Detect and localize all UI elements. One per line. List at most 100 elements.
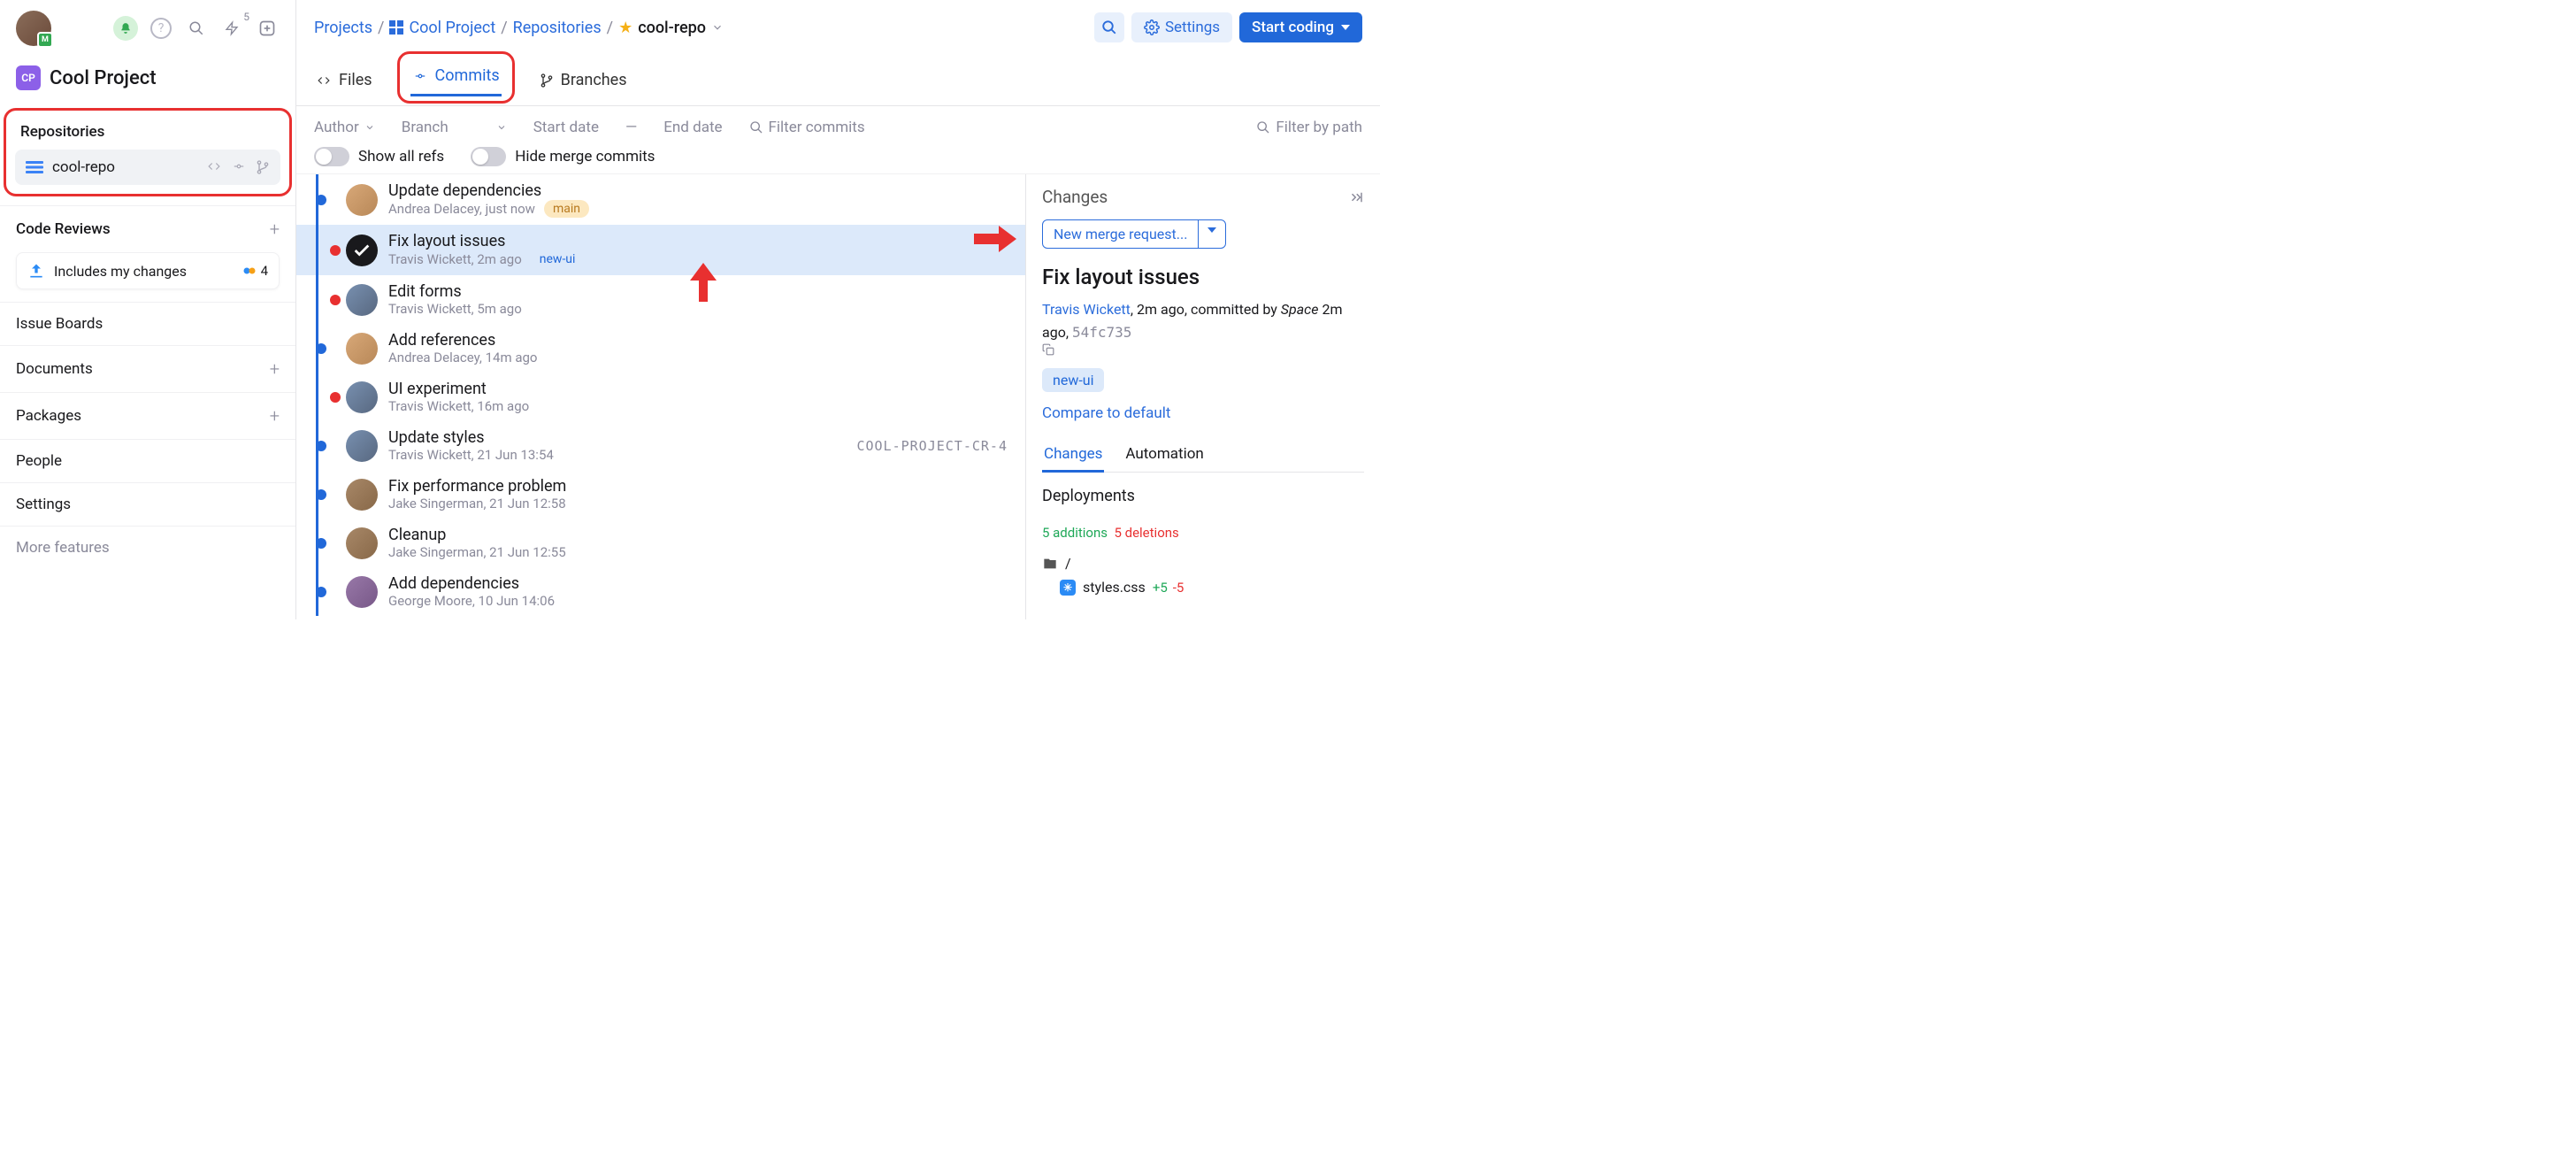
commit-meta: Andrea Delacey, 14m ago bbox=[388, 350, 1008, 365]
deletions-stat: 5 deletions bbox=[1114, 525, 1178, 541]
commit-meta: George Moore, 10 Jun 14:06 bbox=[388, 593, 1008, 609]
commit-title: Fix layout issues bbox=[388, 232, 1008, 250]
commit-detail-meta: Travis Wickett, 2m ago, committed by Spa… bbox=[1042, 298, 1364, 356]
commit-row[interactable]: Edit forms Travis Wickett, 5m ago bbox=[296, 275, 1025, 324]
settings-button[interactable]: Settings bbox=[1131, 12, 1232, 42]
commit-row[interactable]: Fix performance problem Jake Singerman, … bbox=[296, 470, 1025, 519]
commit-row[interactable]: Update styles Travis Wickett, 21 Jun 13:… bbox=[296, 421, 1025, 470]
help-icon[interactable]: ? bbox=[149, 16, 173, 41]
nav-settings[interactable]: Settings bbox=[0, 482, 295, 526]
filter-end-date[interactable]: End date bbox=[663, 119, 722, 136]
repo-item-cool-repo[interactable]: cool-repo bbox=[15, 150, 280, 185]
code-icon bbox=[316, 74, 332, 87]
add-document-icon[interactable]: + bbox=[270, 358, 280, 380]
code-icon[interactable] bbox=[206, 160, 222, 174]
branch-badge: new-ui bbox=[531, 250, 585, 268]
commit-hash: 54fc735 bbox=[1072, 324, 1131, 341]
search-icon[interactable] bbox=[184, 16, 209, 41]
nav-more-features[interactable]: More features bbox=[0, 526, 295, 569]
nav-label: Issue Boards bbox=[16, 315, 103, 333]
tab-files[interactable]: Files bbox=[314, 55, 374, 105]
filter-branch[interactable]: Branch bbox=[402, 119, 507, 136]
nav-documents[interactable]: Documents+ bbox=[0, 345, 295, 392]
add-package-icon[interactable]: + bbox=[270, 405, 280, 427]
sub-tab-changes[interactable]: Changes bbox=[1042, 438, 1104, 473]
commit-meta: Travis Wickett, 5m ago bbox=[388, 301, 1008, 317]
commit-title: Fix performance problem bbox=[388, 477, 1008, 496]
merge-btn-dropdown[interactable] bbox=[1198, 220, 1225, 248]
additions-stat: 5 additions bbox=[1042, 525, 1108, 541]
commit-row[interactable]: Cleanup Jake Singerman, 21 Jun 12:55 bbox=[296, 519, 1025, 567]
commits-list[interactable]: Update dependencies Andrea Delacey, just… bbox=[296, 174, 1026, 619]
file-tree: / ✳ styles.css +5 -5 bbox=[1042, 551, 1364, 599]
gear-icon bbox=[1144, 19, 1160, 35]
filter-commits-input[interactable]: Filter commits bbox=[749, 119, 865, 136]
coding-label: Start coding bbox=[1252, 19, 1334, 36]
commit-author-link[interactable]: Travis Wickett bbox=[1042, 301, 1131, 318]
add-icon[interactable] bbox=[255, 16, 280, 41]
filter-start-date[interactable]: Start date bbox=[533, 119, 599, 136]
code-review-label: COOL-PROJECT-CR-4 bbox=[856, 438, 1008, 454]
breadcrumb-projects[interactable]: Projects bbox=[314, 19, 372, 37]
breadcrumb-project[interactable]: Cool Project bbox=[409, 19, 495, 37]
add-code-review-icon[interactable]: + bbox=[270, 219, 280, 240]
nav-packages[interactable]: Packages+ bbox=[0, 392, 295, 439]
commit-meta: Andrea Delacey, just nowmain bbox=[388, 200, 1008, 218]
commit-meta: Travis Wickett, 21 Jun 13:54 bbox=[388, 447, 856, 463]
commit-row[interactable]: Fix layout issues Travis Wickett, 2m ago… bbox=[296, 225, 1025, 275]
commit-row[interactable]: Add references Andrea Delacey, 14m ago bbox=[296, 324, 1025, 373]
repo-tools bbox=[206, 160, 270, 174]
filter-path-input[interactable]: Filter by path bbox=[1256, 119, 1362, 136]
sub-tab-automation[interactable]: Automation bbox=[1123, 438, 1205, 472]
tab-commits[interactable]: Commits bbox=[410, 58, 502, 96]
start-coding-button[interactable]: Start coding bbox=[1239, 12, 1362, 42]
copy-hash-icon[interactable] bbox=[1042, 343, 1364, 356]
nav-people[interactable]: People bbox=[0, 439, 295, 482]
commit-icon[interactable] bbox=[231, 160, 247, 174]
tab-label: Files bbox=[339, 71, 372, 89]
commit-row[interactable]: Update dependencies Andrea Delacey, just… bbox=[296, 174, 1025, 225]
deployments-label: Deployments bbox=[1042, 487, 1364, 505]
notifications-icon[interactable] bbox=[113, 16, 138, 41]
commit-row[interactable]: UI experiment Travis Wickett, 16m ago bbox=[296, 373, 1025, 421]
repositories-section: Repositories cool-repo bbox=[4, 108, 292, 196]
commit-title: Add dependencies bbox=[388, 574, 1008, 593]
thunder-icon[interactable]: 5 bbox=[219, 16, 244, 41]
sidebar: M ? 5 CP Cool Project Repositories bbox=[0, 0, 296, 619]
review-item-my-changes[interactable]: Includes my changes 4 bbox=[16, 252, 280, 289]
details-panel-title: Changes bbox=[1042, 187, 1108, 207]
main-area: Projects / Cool Project / Repositories /… bbox=[296, 0, 1380, 619]
user-avatar[interactable]: M bbox=[16, 11, 51, 46]
commit-title: Update dependencies bbox=[388, 181, 1008, 200]
chevron-down-icon[interactable] bbox=[711, 21, 724, 34]
code-reviews-header[interactable]: Code Reviews + bbox=[0, 206, 295, 252]
commit-meta: Jake Singerman, 21 Jun 12:58 bbox=[388, 496, 1008, 511]
repo-tabs: Files Commits Branches bbox=[296, 55, 1380, 106]
star-icon[interactable]: ★ bbox=[618, 19, 632, 37]
branch-icon[interactable] bbox=[256, 160, 270, 174]
file-row-styles[interactable]: ✳ styles.css +5 -5 bbox=[1042, 575, 1364, 599]
toggle-show-all-refs[interactable]: Show all refs bbox=[314, 147, 444, 166]
new-merge-request-button[interactable]: New merge request... bbox=[1042, 219, 1226, 249]
commit-row[interactable]: Add dependencies George Moore, 10 Jun 14… bbox=[296, 567, 1025, 616]
collapse-panel-icon[interactable] bbox=[1348, 189, 1364, 205]
top-search-button[interactable] bbox=[1094, 12, 1124, 42]
nav-issue-boards[interactable]: Issue Boards bbox=[0, 302, 295, 345]
repositories-header[interactable]: Repositories bbox=[15, 116, 280, 150]
tab-label: Commits bbox=[435, 66, 500, 85]
folder-root[interactable]: / bbox=[1042, 551, 1364, 575]
toggle-hide-merge[interactable]: Hide merge commits bbox=[471, 147, 655, 166]
code-reviews-label: Code Reviews bbox=[16, 220, 111, 238]
commit-details-panel: Changes New merge request... Fix layout … bbox=[1026, 174, 1380, 619]
upload-icon bbox=[27, 262, 45, 280]
commit-title: Add references bbox=[388, 331, 1008, 350]
project-title[interactable]: CP Cool Project bbox=[0, 57, 295, 106]
commit-title: UI experiment bbox=[388, 380, 1008, 398]
branch-badge[interactable]: new-ui bbox=[1042, 368, 1104, 392]
sidebar-header: M ? 5 bbox=[0, 0, 295, 57]
tab-branches[interactable]: Branches bbox=[538, 55, 629, 105]
filter-author[interactable]: Author bbox=[314, 119, 375, 136]
compare-to-default-link[interactable]: Compare to default bbox=[1042, 404, 1364, 422]
breadcrumb-repositories[interactable]: Repositories bbox=[513, 19, 602, 37]
grid-icon bbox=[389, 20, 403, 35]
